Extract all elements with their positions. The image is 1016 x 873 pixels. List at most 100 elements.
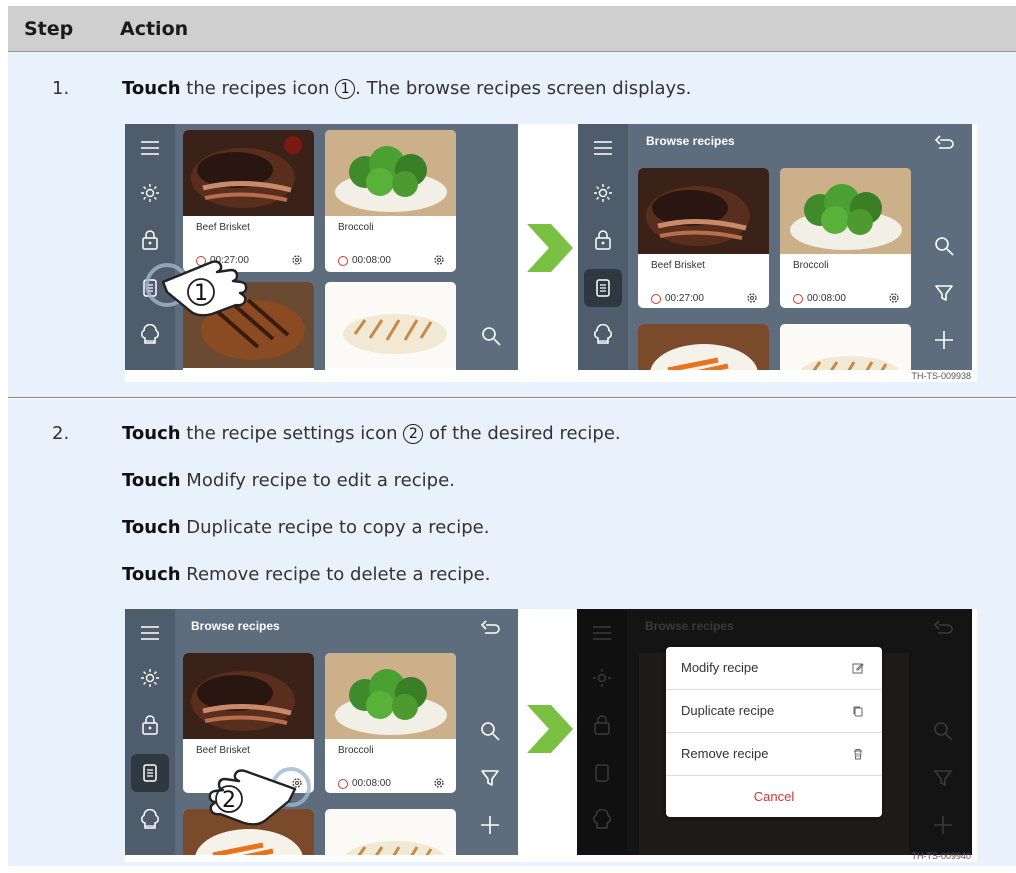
recipe-name: Beef Brisket (196, 222, 250, 233)
step-2-line-2: Touch Modify recipe to edit a recipe. (122, 470, 455, 491)
figure-id: TH-TS-009940 (911, 851, 971, 861)
recipe-settings-icon[interactable] (888, 292, 900, 304)
menu-icon[interactable] (138, 621, 162, 645)
option-label: Duplicate recipe (681, 703, 775, 718)
copy-icon (853, 706, 863, 717)
option-label: Remove recipe (681, 746, 769, 761)
search-icon[interactable] (479, 324, 503, 348)
clock-icon (338, 779, 348, 789)
option-label: Modify recipe (681, 660, 759, 675)
chef-hat-icon[interactable] (138, 809, 162, 833)
recipe-name: Broccoli (338, 745, 374, 756)
lock-icon[interactable] (138, 228, 162, 252)
light-icon[interactable] (138, 181, 162, 205)
instruction-table: Step Action 1. Touch the recipes icon 1.… (8, 6, 1016, 866)
beef-brisket-photo (183, 653, 314, 739)
step-number: 1. (52, 78, 70, 99)
light-icon (593, 669, 611, 687)
recipe-name: Broccoli (793, 260, 829, 271)
screen-home: Beef Brisket 00:27:00 Broccoli 00:08:00 (125, 124, 518, 370)
modify-recipe-option[interactable]: Modify recipe (666, 647, 882, 690)
menu-icon (593, 626, 611, 640)
recipe-card-carrots[interactable] (638, 324, 769, 370)
recipe-settings-icon[interactable] (746, 292, 758, 304)
recipe-card-beef-brisket[interactable]: Beef Brisket 00:27:00 (638, 168, 769, 308)
recipe-card-beef-brisket[interactable]: Beef Brisket 00:27:00 (183, 130, 314, 272)
menu-icon[interactable] (591, 136, 615, 160)
carrots-photo (638, 324, 769, 370)
light-icon[interactable] (591, 181, 615, 205)
recipe-card-chicken-breast[interactable] (780, 324, 911, 370)
table-header: Step Action (8, 6, 1016, 52)
clock-icon (651, 294, 661, 304)
step-2-line-3: Touch Duplicate recipe to copy a recipe. (122, 517, 489, 538)
figure-step-1: Beef Brisket 00:27:00 Broccoli 00:08:00 (125, 124, 977, 382)
search-icon[interactable] (932, 234, 956, 258)
line-text: the recipes icon (180, 78, 336, 99)
chicken-breast-photo (325, 282, 456, 368)
edit-icon (852, 663, 864, 674)
lock-icon (594, 715, 610, 735)
step-number: 2. (52, 423, 70, 444)
remove-recipe-option[interactable]: Remove recipe (666, 733, 882, 776)
chef-hat-icon[interactable] (591, 324, 615, 348)
figure-id: TH-TS-009938 (911, 371, 971, 381)
touch-keyword: Touch (122, 78, 181, 99)
broccoli-photo (325, 653, 456, 739)
callout-2-marker: 2 (403, 424, 424, 444)
chicken-breast-photo (325, 809, 456, 855)
recipe-settings-icon[interactable] (291, 254, 303, 266)
side-rail (578, 124, 628, 370)
recipe-card-broccoli[interactable]: Broccoli 00:08:00 (325, 130, 456, 272)
back-arrow-icon[interactable] (478, 617, 502, 641)
add-icon[interactable] (932, 328, 956, 352)
recipe-card-broccoli[interactable]: Broccoli 00:08:00 (325, 653, 456, 793)
beef-brisket-photo (638, 168, 769, 254)
figure-step-2: Browse recipes Beef Brisket Broccoli 00:… (125, 609, 977, 862)
search-icon[interactable] (478, 719, 502, 743)
recipe-time: 00:08:00 (352, 778, 391, 789)
callout-2-label: 2 (222, 788, 236, 813)
step-2-line-4: Touch Remove recipe to delete a recipe. (122, 564, 490, 585)
cancel-button[interactable]: Cancel (666, 776, 882, 817)
screen-title: Browse recipes (646, 134, 735, 148)
lock-icon[interactable] (591, 228, 615, 252)
screen-title: Browse recipes (191, 619, 280, 633)
chicken-breast-photo (780, 324, 911, 370)
line-text: Remove recipe to delete a recipe. (180, 564, 491, 585)
back-arrow-icon[interactable] (932, 132, 956, 156)
recipe-card-chicken-breast[interactable] (325, 282, 456, 370)
step-row-2: 2. Touch the recipe settings icon 2 of t… (8, 399, 1016, 866)
hand-pointer-callout-2: 2 (208, 767, 311, 826)
screen-browse-recipes: Browse recipes Beef Brisket 00:27:00 Bro… (578, 124, 972, 370)
recipe-time: 00:08:00 (807, 293, 846, 304)
recipes-icon[interactable] (138, 761, 162, 785)
line-text: . The browse recipes screen displays. (355, 78, 692, 99)
recipe-settings-icon[interactable] (433, 254, 445, 266)
green-chevron-icon (527, 705, 573, 753)
recipe-settings-icon[interactable] (433, 777, 445, 789)
filter-icon[interactable] (932, 281, 956, 305)
menu-icon[interactable] (138, 136, 162, 160)
touch-keyword: Touch (122, 423, 181, 444)
filter-icon (933, 770, 953, 787)
beef-brisket-photo (183, 130, 314, 216)
side-rail (125, 124, 175, 370)
header-step: Step (24, 18, 74, 40)
step-1-line: Touch the recipes icon 1. The browse rec… (122, 78, 691, 99)
add-icon[interactable] (478, 813, 502, 837)
touch-keyword: Touch (122, 470, 181, 491)
light-icon[interactable] (138, 666, 162, 690)
recipe-card-chicken-breast[interactable] (325, 809, 456, 855)
recipe-name: Broccoli (338, 222, 374, 233)
filter-icon[interactable] (478, 766, 502, 790)
line-text: the recipe settings icon (180, 423, 404, 444)
hand-pointer-callout-1: 1 (145, 260, 248, 317)
screen-browse-recipes: Browse recipes Beef Brisket Broccoli 00:… (125, 609, 518, 855)
recipe-card-broccoli[interactable]: Broccoli 00:08:00 (780, 168, 911, 308)
duplicate-recipe-option[interactable]: Duplicate recipe (666, 690, 882, 733)
recipe-time: 00:08:00 (352, 255, 391, 266)
recipes-icon[interactable] (591, 276, 615, 300)
lock-icon[interactable] (138, 713, 162, 737)
line-text: Duplicate recipe to copy a recipe. (180, 517, 490, 538)
